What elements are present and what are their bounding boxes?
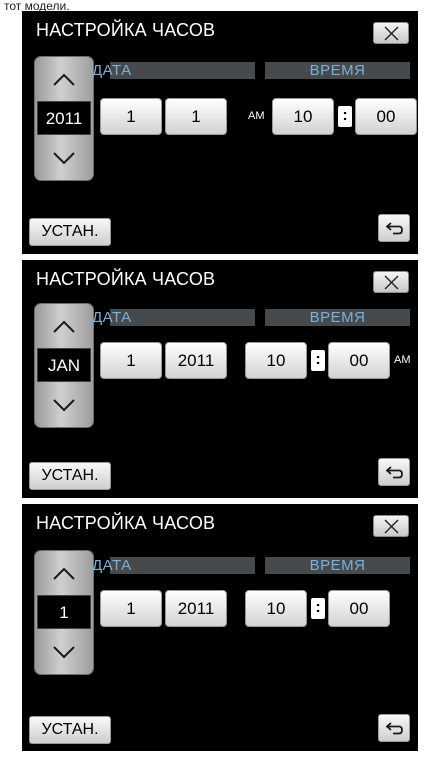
return-arrow-icon — [385, 722, 403, 735]
minute-field[interactable]: 00 — [355, 98, 417, 135]
date-header: ДАТА — [92, 557, 255, 574]
return-arrow-icon — [385, 222, 403, 235]
close-icon — [384, 519, 399, 534]
minute-field[interactable]: 00 — [328, 342, 390, 379]
chevron-down-icon[interactable] — [52, 398, 76, 412]
time-header: ВРЕМЯ — [265, 62, 410, 79]
chevron-up-icon[interactable] — [52, 320, 76, 334]
value-scroller[interactable]: JAN — [34, 303, 94, 428]
clock-setting-screen-3: НАСТРОЙКА ЧАСОВ 1 ДАТА ВРЕМЯ 1 2011 10 :… — [22, 504, 418, 751]
ampm-indicator: AM — [248, 110, 265, 122]
ampm-indicator: AM — [394, 354, 411, 366]
chevron-down-icon[interactable] — [52, 645, 76, 659]
close-icon — [384, 26, 399, 41]
back-button[interactable] — [378, 714, 410, 742]
date-header: ДАТА — [92, 62, 255, 79]
clock-setting-screen-2: НАСТРОЙКА ЧАСОВ JAN ДАТА ВРЕМЯ 1 2011 10… — [22, 260, 418, 498]
month-field[interactable]: 1 — [165, 98, 227, 135]
screen-title: НАСТРОЙКА ЧАСОВ — [36, 269, 216, 289]
day-field[interactable]: 1 — [100, 98, 162, 135]
screen-title: НАСТРОЙКА ЧАСОВ — [36, 20, 216, 40]
value-scroller[interactable]: 2011 — [34, 56, 94, 181]
set-button[interactable]: УСТАН. — [29, 218, 111, 246]
date-header: ДАТА — [92, 309, 255, 326]
close-button[interactable] — [373, 515, 409, 537]
time-colon: : — [311, 350, 325, 371]
hour-field[interactable]: 10 — [272, 98, 334, 135]
minute-field[interactable]: 00 — [328, 590, 390, 627]
close-button[interactable] — [373, 271, 409, 293]
year-field[interactable]: 2011 — [165, 342, 227, 379]
time-header: ВРЕМЯ — [265, 557, 410, 574]
selected-value: JAN — [37, 348, 91, 382]
screen-title: НАСТРОЙКА ЧАСОВ — [36, 513, 216, 533]
set-button[interactable]: УСТАН. — [29, 462, 111, 490]
close-icon — [384, 275, 399, 290]
time-colon: : — [311, 598, 325, 619]
back-button[interactable] — [378, 458, 410, 486]
chevron-down-icon[interactable] — [52, 151, 76, 165]
day-field[interactable]: 1 — [100, 342, 162, 379]
selected-value: 2011 — [37, 101, 91, 135]
set-button[interactable]: УСТАН. — [29, 716, 111, 744]
clock-setting-screen-1: НАСТРОЙКА ЧАСОВ 2011 ДАТА ВРЕМЯ 1 1 AM 1… — [22, 11, 418, 254]
time-header: ВРЕМЯ — [265, 309, 410, 326]
selected-value: 1 — [37, 595, 91, 629]
hour-field[interactable]: 10 — [245, 342, 307, 379]
day-field[interactable]: 1 — [100, 590, 162, 627]
back-button[interactable] — [378, 214, 410, 242]
return-arrow-icon — [385, 466, 403, 479]
chevron-up-icon[interactable] — [52, 73, 76, 87]
hour-field[interactable]: 10 — [245, 590, 307, 627]
time-colon: : — [338, 106, 352, 127]
value-scroller[interactable]: 1 — [34, 550, 94, 675]
year-field[interactable]: 2011 — [165, 590, 227, 627]
close-button[interactable] — [373, 22, 409, 44]
chevron-up-icon[interactable] — [52, 567, 76, 581]
